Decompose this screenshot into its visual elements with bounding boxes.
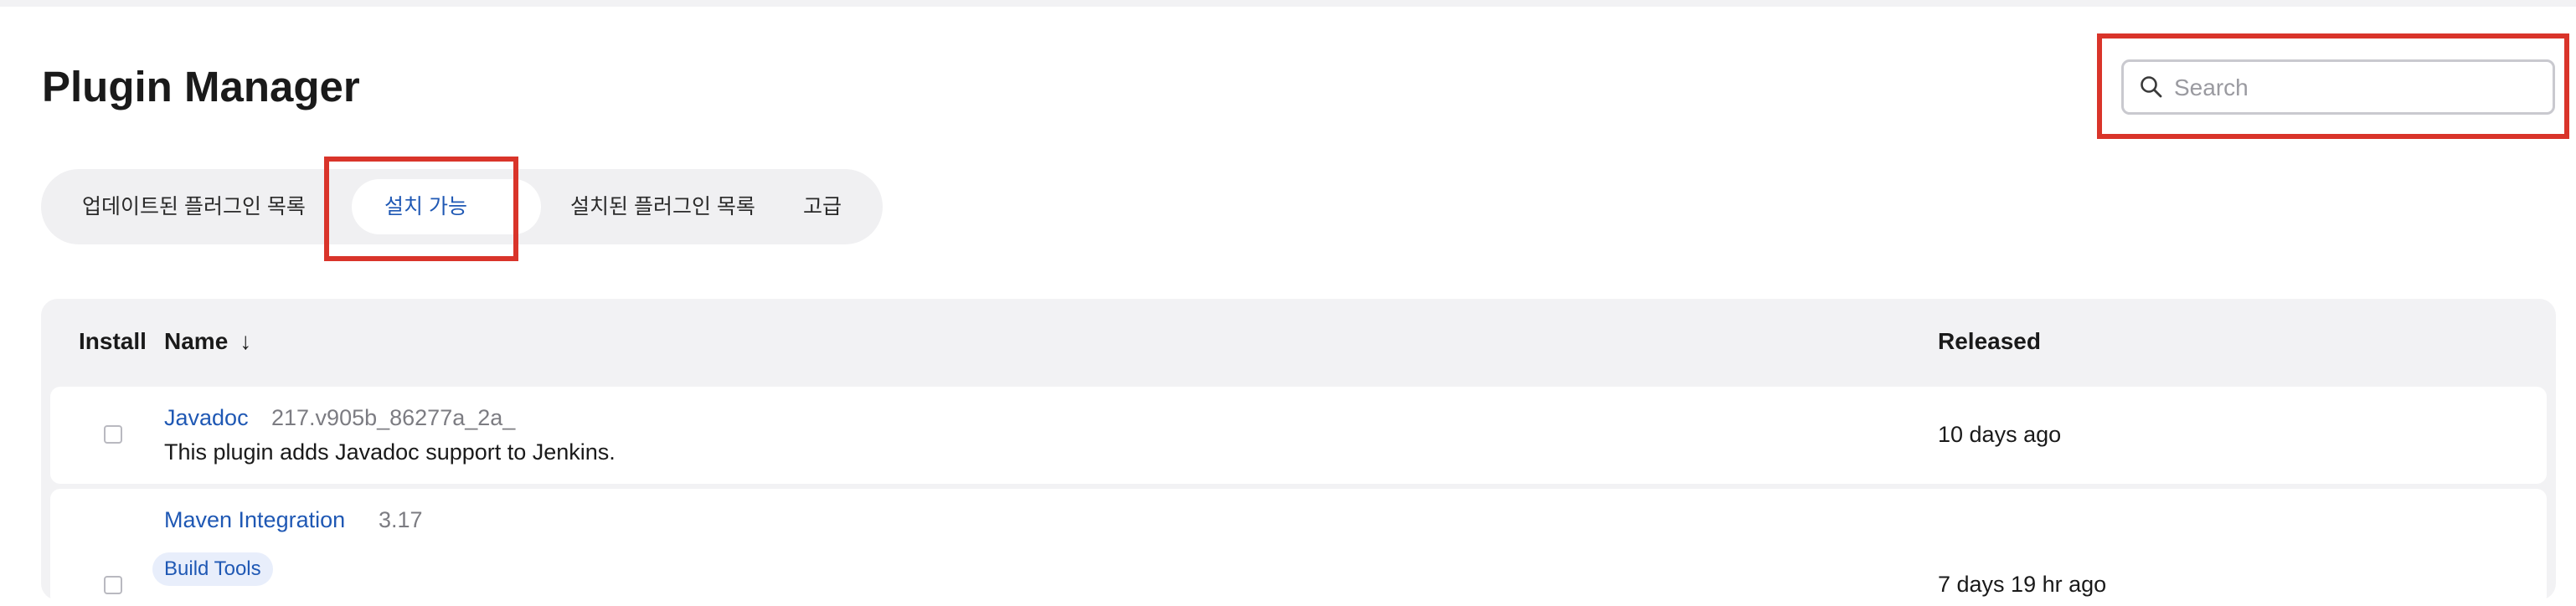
tab-updates[interactable]: 업데이트된 플러그인 목록 [82,169,306,244]
plugin-version: 217.v905b_86277a_2a_ [271,405,516,430]
arrow-down-icon: ↓ [240,328,252,354]
table-row [50,489,2547,606]
category-tag[interactable]: Build Tools [152,552,273,586]
install-checkbox[interactable] [104,425,122,444]
column-header-install[interactable]: Install [79,328,147,355]
page-title: Plugin Manager [42,63,360,110]
column-header-name[interactable]: Name ↓ [164,328,251,355]
plugin-version: 3.17 [379,507,423,532]
install-checkbox[interactable] [104,576,122,594]
tab-advanced[interactable]: 고급 [803,169,842,244]
tab-highlight-box [324,157,518,261]
plugin-name-link[interactable]: Javadoc [164,405,249,431]
search-highlight-box [2097,33,2569,139]
table-row [50,387,2547,484]
plugin-name-link[interactable]: Maven Integration [164,507,345,533]
column-header-released[interactable]: Released [1938,328,2041,355]
plugin-description: This plugin adds Javadoc support to Jenk… [164,439,616,465]
top-strip [0,0,2576,7]
tab-installed[interactable]: 설치된 플러그인 목록 [570,169,755,244]
column-header-name-label: Name [164,328,229,354]
released-date: 7 days 19 hr ago [1938,572,2107,597]
released-date: 10 days ago [1938,422,2062,447]
